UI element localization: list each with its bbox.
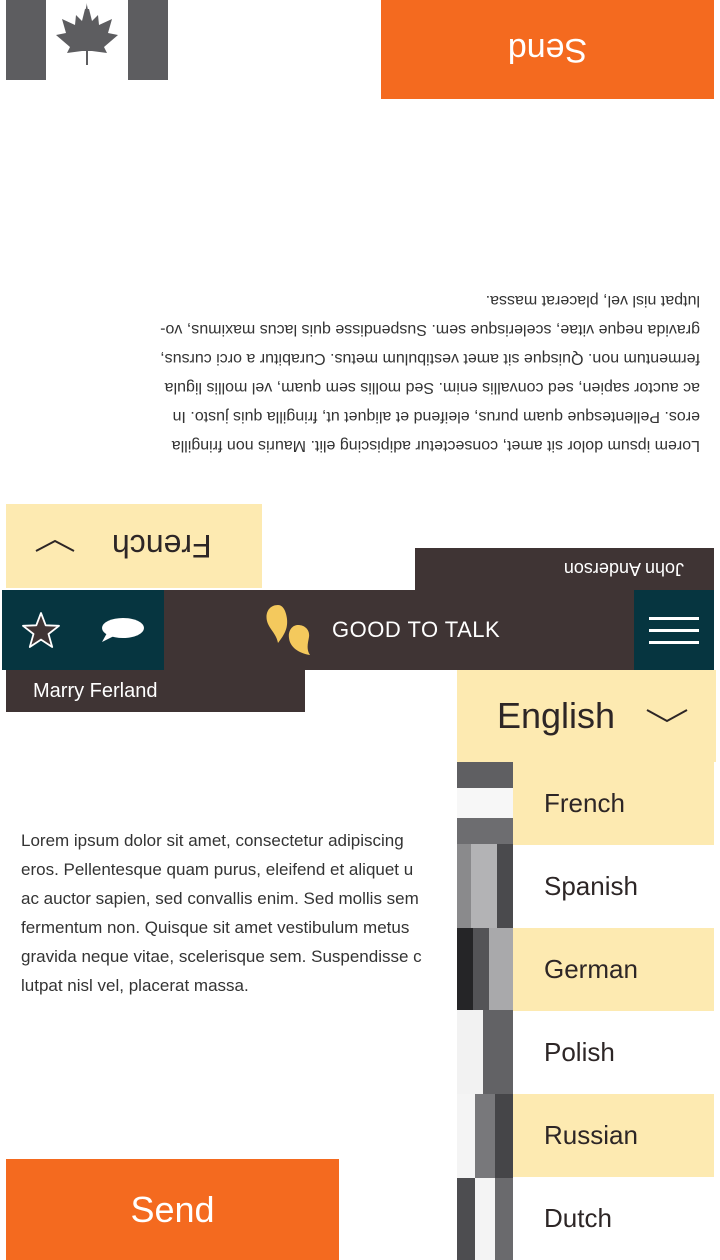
language-option-german[interactable]: German [513, 928, 714, 1011]
language-options-list: French Spanish German Polish Russian Dut… [513, 762, 714, 1260]
language-option-russian[interactable]: Russian [513, 1094, 714, 1177]
maple-leaf-icon [56, 3, 118, 65]
language-select-value: English [497, 695, 616, 736]
language-select-top[interactable]: French [6, 504, 262, 588]
send-label: Send [130, 1188, 215, 1230]
canada-flag-icon [6, 0, 168, 80]
chevron-down-icon [646, 709, 688, 723]
header-actions [2, 590, 164, 670]
message-line: gravida neque vitae, scelerisque sem. Su… [21, 947, 422, 966]
star-icon[interactable] [21, 610, 61, 650]
language-option-spanish[interactable]: Spanish [513, 845, 714, 928]
send-button[interactable]: Send [6, 1159, 339, 1260]
send-label-top: Send [507, 31, 588, 69]
user-name-tag-top: John Anderson [415, 548, 714, 590]
language-option-dutch[interactable]: Dutch [513, 1177, 714, 1260]
user-name-bottom: Marry Ferland [33, 679, 158, 702]
message-line: eros. Pellentesque quam purus, eleifend … [21, 860, 414, 879]
message-line: lutpat nisl vel, placerat massa. [21, 976, 249, 995]
language-option-french[interactable]: French [513, 762, 714, 845]
message-line: gravida neque vitae, scelerisque sem. Su… [160, 321, 700, 338]
message-line: fermentum non. Quisque sit amet vestibul… [160, 350, 700, 367]
chat-bubble-icon[interactable] [99, 616, 145, 644]
app-brand: GOOD TO TALK [264, 590, 500, 670]
glitch-stripes [457, 762, 513, 1260]
app-title: GOOD TO TALK [332, 617, 501, 642]
quote-bubble-logo-icon [266, 605, 310, 655]
message-line: lutpat nisl vel, placerat massa. [485, 292, 700, 309]
chevron-down-icon [35, 539, 75, 552]
message-line: Lorem ipsum dolor sit amet, consectetur … [171, 437, 700, 454]
message-line: ac auctor sapien, sed convallis enim. Se… [21, 889, 419, 908]
app-header: GOOD TO TALK [2, 590, 714, 670]
hamburger-menu-icon[interactable] [634, 590, 714, 670]
user-name-tag-bottom: Marry Ferland [6, 670, 305, 712]
send-button-top[interactable]: Send [381, 0, 714, 99]
message-line: eros. Pellentesque quam purus, eleifend … [172, 408, 700, 425]
language-option-polish[interactable]: Polish [513, 1011, 714, 1094]
message-line: fermentum non. Quisque sit amet vestibul… [21, 918, 410, 937]
message-line: ac auctor sapien, sed convallis enim. Se… [164, 379, 700, 396]
language-select-top-label: French [112, 528, 212, 565]
user-name-top: John Anderson [563, 559, 684, 580]
message-text-top: Lorem ipsum dolor sit amet, consectetur … [52, 286, 700, 460]
message-line: Lorem ipsum dolor sit amet, consectetur … [21, 831, 404, 850]
language-select[interactable]: English [457, 670, 716, 762]
message-text-bottom: Lorem ipsum dolor sit amet, consectetur … [21, 826, 457, 1000]
